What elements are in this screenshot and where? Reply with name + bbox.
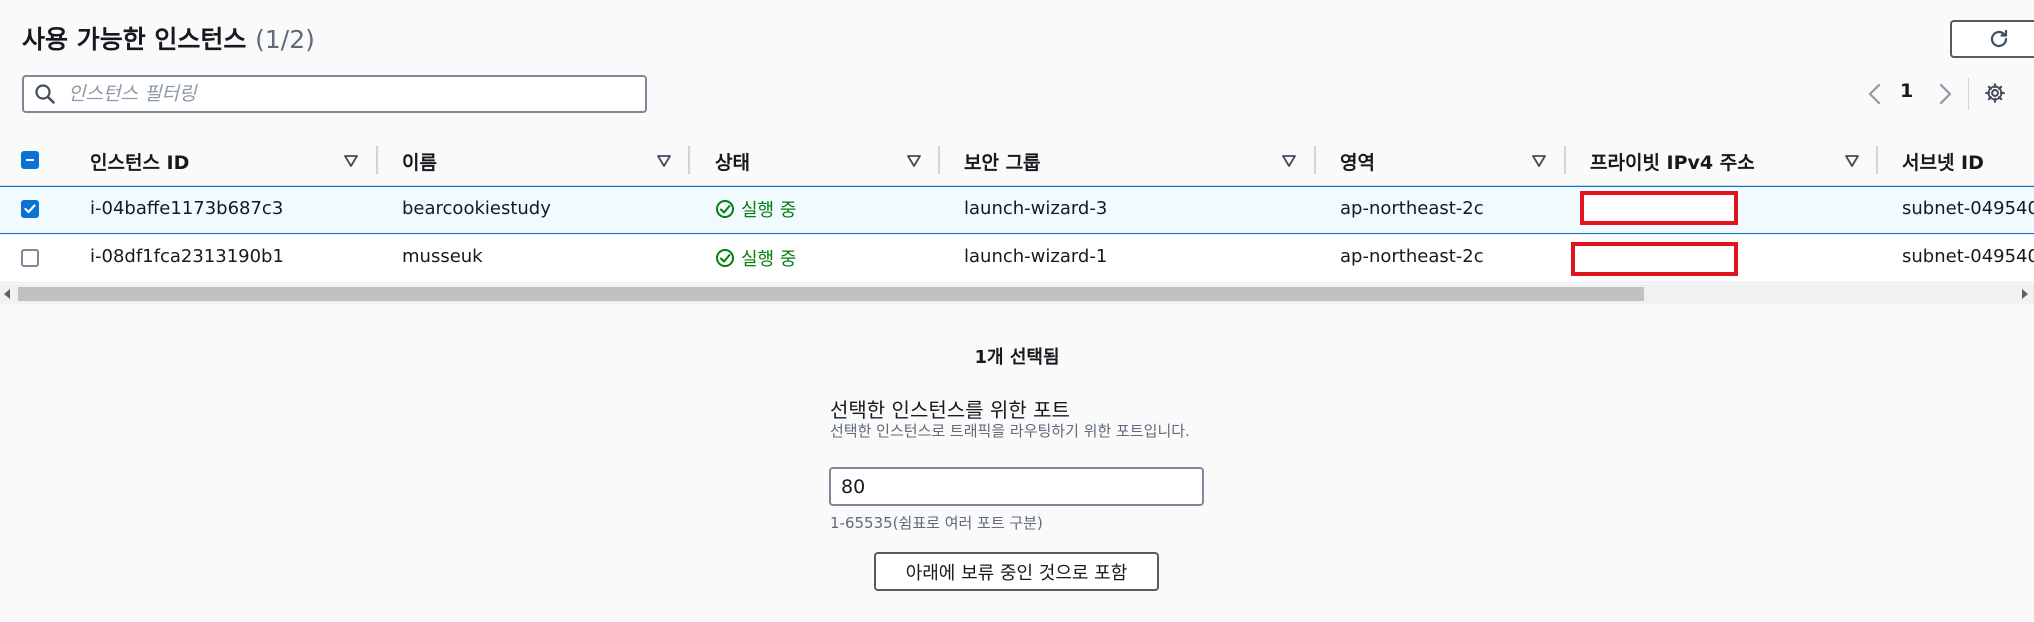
sort-icon[interactable] [905, 152, 923, 170]
instance-id-cell: i-08df1fca2313190b1 [90, 246, 284, 267]
chevron-left-icon [1868, 83, 1881, 105]
instance-id-cell: i-04baffe1173b687c3 [90, 198, 284, 219]
status-cell: 실행 중 [715, 196, 796, 222]
sort-icon[interactable] [655, 152, 673, 170]
zone-cell: ap-northeast-2c [1340, 246, 1484, 267]
prev-page-button[interactable] [1866, 82, 1884, 110]
select-all-checkbox[interactable] [21, 151, 39, 169]
chevron-right-icon [1939, 83, 1952, 105]
status-cell: 실행 중 [715, 245, 796, 271]
column-header-subnet-id[interactable]: 서브넷 ID [1902, 148, 1984, 175]
scroll-right-icon[interactable] [2020, 288, 2030, 300]
column-resizer[interactable] [1876, 146, 1878, 174]
row-checkbox[interactable] [21, 200, 39, 218]
redacted-ipv4 [1580, 191, 1738, 225]
search-input[interactable] [66, 82, 630, 106]
sort-icon[interactable] [1280, 152, 1298, 170]
column-resizer[interactable] [938, 146, 940, 174]
selection-count: (1/2) [255, 25, 315, 54]
column-resizer[interactable] [688, 146, 690, 174]
column-resizer[interactable] [1314, 146, 1316, 174]
refresh-button[interactable] [1950, 20, 2034, 58]
column-header-status[interactable]: 상태 [715, 148, 750, 175]
search-icon [35, 84, 55, 104]
sort-icon[interactable] [342, 152, 360, 170]
gear-icon [1985, 83, 2005, 103]
column-header-zone[interactable]: 영역 [1340, 148, 1375, 175]
next-page-button[interactable] [1936, 82, 1954, 110]
refresh-icon [1990, 29, 2008, 48]
name-cell: bearcookiestudy [402, 198, 551, 219]
security-group-cell: launch-wizard-3 [964, 198, 1108, 219]
check-circle-icon [716, 200, 734, 218]
subnet-cell: subnet-0495400 [1902, 198, 2034, 219]
selected-count-label: 1개 선택됨 [974, 347, 1060, 368]
sort-icon[interactable] [1843, 152, 1861, 170]
page-number[interactable]: 1 [1900, 80, 1913, 102]
column-header-instance-id[interactable]: 인스턴스 ID [90, 148, 189, 175]
preferences-button[interactable] [1984, 82, 2006, 108]
name-cell: musseuk [402, 246, 483, 267]
zone-cell: ap-northeast-2c [1340, 198, 1484, 219]
title-text: 사용 가능한 인스턴스 [22, 25, 247, 54]
security-group-cell: launch-wizard-1 [964, 246, 1108, 267]
port-constraint-text: 1-65535(쉼표로 여러 포트 구분) [830, 514, 1043, 532]
row-checkbox[interactable] [21, 249, 39, 267]
port-input[interactable] [829, 467, 1204, 506]
column-resizer[interactable] [376, 146, 378, 174]
scroll-left-icon[interactable] [2, 288, 12, 300]
column-header-name[interactable]: 이름 [402, 148, 437, 175]
redacted-ipv4 [1571, 242, 1738, 276]
column-header-private-ipv4[interactable]: 프라이빗 IPv4 주소 [1590, 148, 1755, 175]
check-circle-icon [716, 249, 734, 267]
status-text: 실행 중 [741, 200, 797, 221]
pager-divider [1968, 78, 1969, 110]
column-resizer[interactable] [1564, 146, 1566, 174]
instance-filter[interactable] [22, 75, 647, 113]
column-header-security-group[interactable]: 보안 그룹 [964, 148, 1041, 175]
include-as-pending-button[interactable]: 아래에 보류 중인 것으로 포함 [874, 552, 1159, 591]
port-label: 선택한 인스턴스를 위한 포트 [830, 398, 1070, 422]
status-text: 실행 중 [741, 249, 797, 270]
check-icon [24, 204, 36, 214]
page-title: 사용 가능한 인스턴스 (1/2) [22, 20, 315, 56]
sort-icon[interactable] [1530, 152, 1548, 170]
scrollbar-thumb[interactable] [18, 287, 1644, 301]
port-description: 선택한 인스턴스로 트래픽을 라우팅하기 위한 포트입니다. [830, 422, 1190, 440]
subnet-cell: subnet-0495400 [1902, 246, 2034, 267]
